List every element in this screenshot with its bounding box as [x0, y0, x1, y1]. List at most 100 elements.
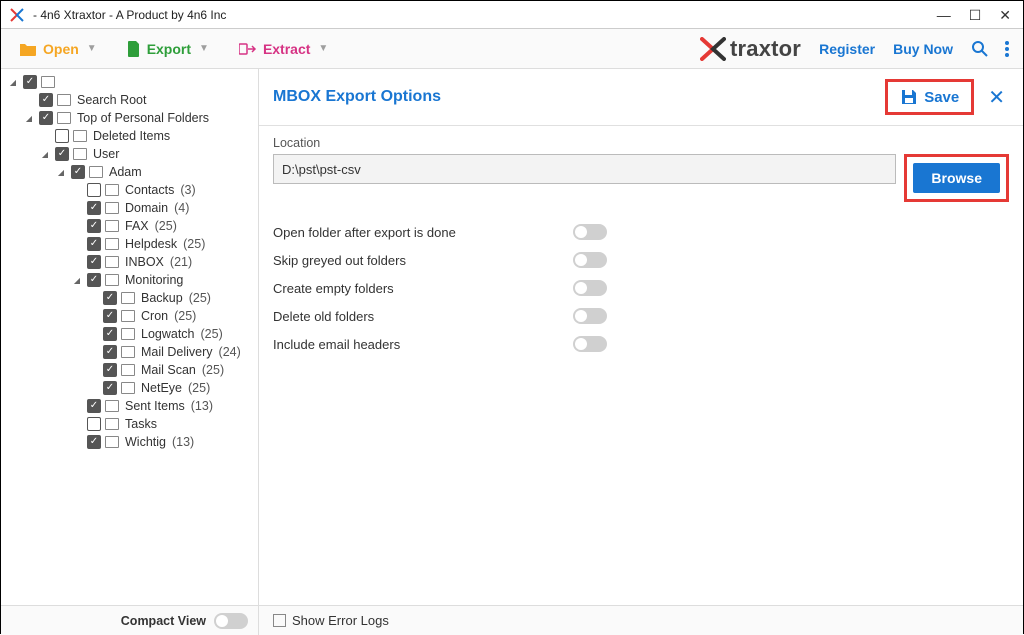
- brand-logo: traxtor: [700, 36, 801, 62]
- tree-row[interactable]: ◢✓User: [37, 145, 258, 163]
- folder-icon: [57, 94, 71, 106]
- expand-icon[interactable]: ◢: [71, 276, 83, 285]
- export-option-toggle[interactable]: [573, 252, 607, 268]
- register-link[interactable]: Register: [819, 41, 875, 57]
- folder-icon: [89, 166, 103, 178]
- checkbox[interactable]: ✓: [71, 165, 85, 179]
- folder-tree-sidebar: ◢✓✓Search Root◢✓Top of Personal Folders✓…: [1, 69, 259, 605]
- checkbox[interactable]: ✓: [87, 237, 101, 251]
- titlebar: - 4n6 Xtraxtor - A Product by 4n6 Inc — …: [1, 1, 1023, 29]
- search-icon[interactable]: [971, 40, 989, 58]
- tree-row[interactable]: ✓ Helpdesk (25): [69, 235, 258, 253]
- checkbox[interactable]: ✓: [87, 219, 101, 233]
- folder-icon: [105, 220, 119, 232]
- folder-icon: [105, 274, 119, 286]
- minimize-button[interactable]: —: [937, 8, 951, 22]
- tree-row[interactable]: ◢✓Monitoring: [69, 271, 258, 289]
- file-export-icon: [127, 41, 141, 57]
- export-panel: MBOX Export Options Save ✕ Location Brow…: [259, 69, 1023, 605]
- checkbox[interactable]: ✓: [87, 273, 101, 287]
- checkbox[interactable]: ✓: [55, 147, 69, 161]
- tree-count: (25): [155, 219, 177, 233]
- expand-icon[interactable]: ◢: [39, 150, 51, 159]
- tree-row[interactable]: ✓ Deleted Items: [37, 127, 258, 145]
- folder-icon: [121, 310, 135, 322]
- expand-icon[interactable]: ◢: [55, 168, 67, 177]
- export-option-row: Open folder after export is done: [273, 218, 1009, 246]
- checkbox[interactable]: ✓: [103, 363, 117, 377]
- tree-count: (25): [188, 381, 210, 395]
- checkbox[interactable]: ✓: [87, 201, 101, 215]
- extract-button[interactable]: Extract ▼: [231, 37, 336, 61]
- tree-row[interactable]: ✓Search Root: [21, 91, 258, 109]
- tree-label: Wichtig: [125, 435, 166, 449]
- tree-label: NetEye: [141, 381, 182, 395]
- checkbox[interactable]: ✓: [103, 309, 117, 323]
- checkbox[interactable]: ✓: [103, 327, 117, 341]
- tree-row[interactable]: ✓Sent Items (13): [69, 397, 258, 415]
- tree-row[interactable]: ✓Backup (25): [85, 289, 258, 307]
- window-title: - 4n6 Xtraxtor - A Product by 4n6 Inc: [33, 8, 226, 22]
- checkbox[interactable]: ✓: [23, 75, 37, 89]
- close-panel-button[interactable]: ✕: [984, 85, 1009, 110]
- checkbox[interactable]: ✓: [39, 111, 53, 125]
- tree-row[interactable]: ◢✓Top of Personal Folders: [21, 109, 258, 127]
- checkbox[interactable]: ✓: [87, 183, 101, 197]
- tree-row[interactable]: ✓ NetEye (25): [85, 379, 258, 397]
- tree-label: INBOX: [125, 255, 164, 269]
- trash-icon: [73, 130, 87, 142]
- tree-row[interactable]: ✓Cron (25): [85, 307, 258, 325]
- export-button[interactable]: Export ▼: [119, 37, 217, 61]
- tree-row[interactable]: ◢✓Adam: [53, 163, 258, 181]
- checkbox[interactable]: ✓: [103, 345, 117, 359]
- tree-row[interactable]: ✓Tasks: [69, 415, 258, 433]
- open-button[interactable]: Open ▼: [11, 37, 105, 61]
- compact-view-toggle[interactable]: [214, 613, 248, 629]
- export-option-row: Delete old folders: [273, 302, 1009, 330]
- show-error-logs-checkbox[interactable]: [273, 614, 286, 627]
- menu-dots-icon[interactable]: [1001, 37, 1013, 61]
- browse-button[interactable]: Browse: [913, 163, 1000, 193]
- tree-row[interactable]: ✓Wichtig (13): [69, 433, 258, 451]
- close-window-button[interactable]: ✕: [999, 8, 1011, 22]
- export-option-label: Delete old folders: [273, 309, 573, 324]
- save-button[interactable]: Save: [890, 84, 969, 110]
- tree-count: (25): [183, 237, 205, 251]
- tree-row[interactable]: ✓ INBOX (21): [69, 253, 258, 271]
- checkbox[interactable]: ✓: [87, 435, 101, 449]
- tree-label: Domain: [125, 201, 168, 215]
- export-option-toggle[interactable]: [573, 308, 607, 324]
- tree-label: Deleted Items: [93, 129, 170, 143]
- checkbox[interactable]: ✓: [87, 399, 101, 413]
- export-option-label: Create empty folders: [273, 281, 573, 296]
- maximize-button[interactable]: ☐: [969, 8, 982, 22]
- tree-row[interactable]: ✓Logwatch (25): [85, 325, 258, 343]
- checkbox[interactable]: ✓: [103, 291, 117, 305]
- checkbox[interactable]: ✓: [39, 93, 53, 107]
- tree-label: Helpdesk: [125, 237, 177, 251]
- checkbox[interactable]: ✓: [87, 417, 101, 431]
- folder-icon: [57, 112, 71, 124]
- tree-row[interactable]: ✓FAX (25): [69, 217, 258, 235]
- export-option-toggle[interactable]: [573, 336, 607, 352]
- tree-count: (25): [201, 327, 223, 341]
- checkbox[interactable]: ✓: [87, 255, 101, 269]
- checkbox[interactable]: ✓: [55, 129, 69, 143]
- tree-count: (21): [170, 255, 192, 269]
- tree-label: Mail Scan: [141, 363, 196, 377]
- expand-icon[interactable]: ◢: [7, 78, 19, 87]
- checkbox[interactable]: ✓: [103, 381, 117, 395]
- save-highlight: Save: [885, 79, 974, 115]
- location-input[interactable]: [273, 154, 896, 184]
- tree-row[interactable]: ✓Mail Delivery (24): [85, 343, 258, 361]
- tree-row[interactable]: ✓Contacts (3): [69, 181, 258, 199]
- folder-open-icon: [19, 42, 37, 56]
- buy-now-link[interactable]: Buy Now: [893, 41, 953, 57]
- tree-row[interactable]: ✓Mail Scan (25): [85, 361, 258, 379]
- export-option-toggle[interactable]: [573, 224, 607, 240]
- export-option-toggle[interactable]: [573, 280, 607, 296]
- expand-icon[interactable]: ◢: [23, 114, 35, 123]
- brand-text: traxtor: [730, 36, 801, 62]
- tree-row[interactable]: ◢✓: [5, 73, 258, 91]
- tree-row[interactable]: ✓Domain (4): [69, 199, 258, 217]
